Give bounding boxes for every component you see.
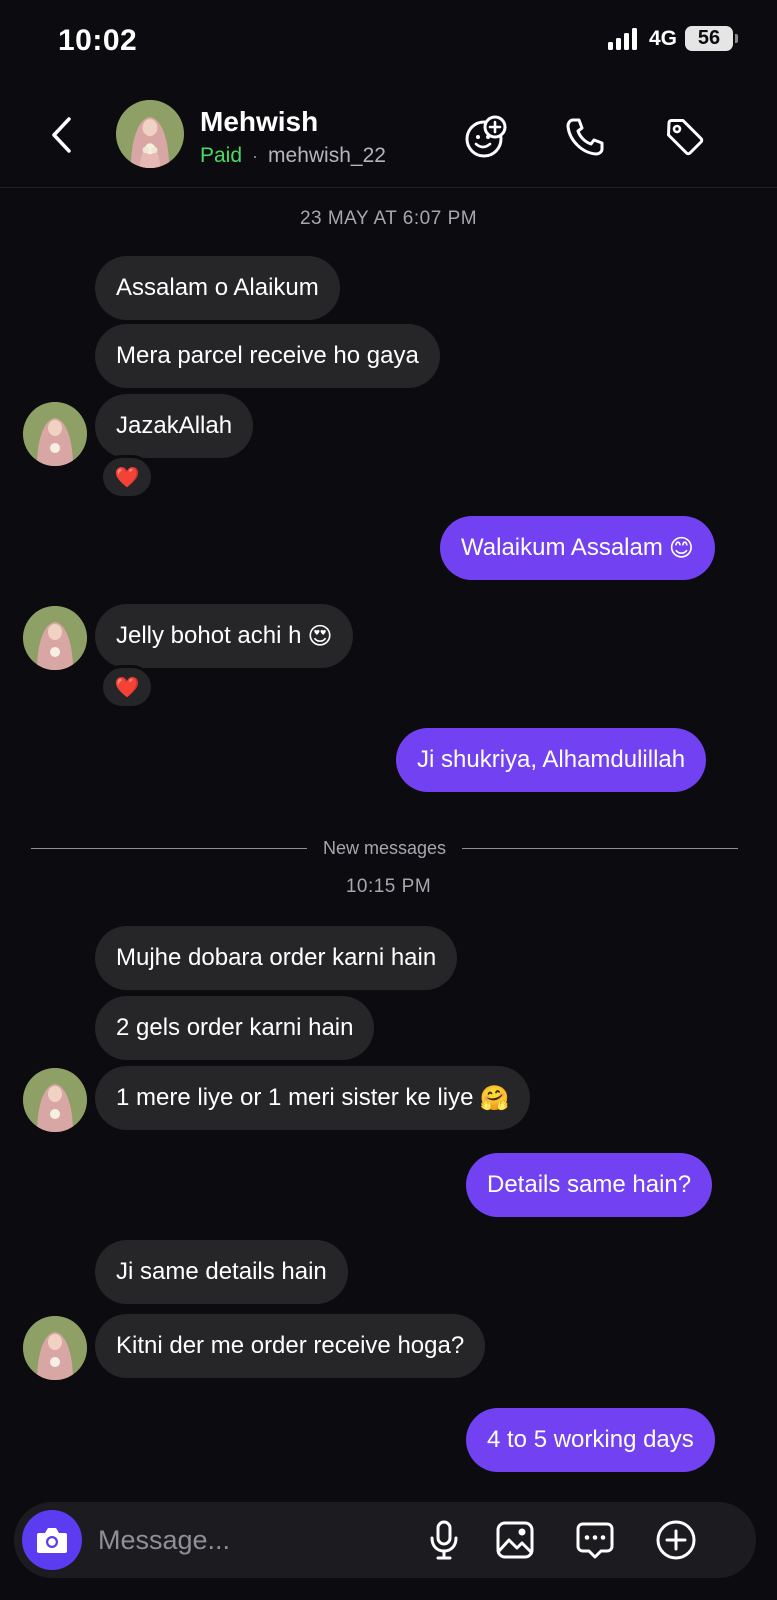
message-text: Mujhe dobara order karni hain	[116, 944, 437, 971]
incoming-message[interactable]: Jelly bohot achi h 😍	[95, 604, 354, 668]
timestamp: 10:15 PM	[345, 876, 432, 897]
incoming-message[interactable]: Mujhe dobara order karni hain	[95, 926, 458, 990]
chevron-left-icon	[52, 117, 71, 153]
contact-username: mehwish_22	[268, 144, 386, 167]
network-type: 4G	[648, 26, 677, 50]
incoming-message[interactable]: Mera parcel receive ho gaya	[95, 324, 440, 388]
add-sticker-icon	[465, 115, 507, 158]
outgoing-message[interactable]: 4 to 5 working days	[466, 1408, 715, 1472]
chat-header: Mehwish Paid · mehwish_22	[0, 96, 777, 188]
incoming-message[interactable]: Ji same details hain	[95, 1240, 348, 1304]
sender-avatar[interactable]	[23, 402, 87, 466]
message-text: Mera parcel receive ho gaya	[116, 342, 419, 369]
camera-button[interactable]	[22, 1510, 82, 1570]
sender-avatar[interactable]	[23, 1316, 87, 1380]
timestamp: 23 MAY AT 6:07 PM	[299, 208, 478, 229]
gallery-icon	[496, 1521, 534, 1559]
add-sticker-button[interactable]	[464, 114, 510, 160]
plus-circle-icon	[656, 1520, 696, 1560]
heart-eyes-emoji: 😍	[307, 622, 333, 650]
status-time: 10:02	[58, 24, 138, 57]
chat-screen: 10:02 4G 56 Mehwish Paid · mehwish_22 23…	[0, 0, 777, 1600]
divider-line	[31, 848, 307, 849]
paid-status: Paid	[200, 144, 243, 167]
call-button[interactable]	[562, 114, 608, 160]
smile-emoji: 😊	[668, 534, 694, 562]
message-text: Ji same details hain	[116, 1258, 327, 1285]
incoming-message[interactable]: JazakAllah	[95, 394, 254, 458]
message-text: Jelly bohot achi h	[116, 622, 302, 649]
battery-level: 56	[697, 27, 721, 49]
tag-icon	[667, 119, 704, 156]
battery-icon: 56	[685, 26, 738, 51]
microphone-icon	[430, 1520, 458, 1560]
message-text: JazakAllah	[116, 412, 233, 439]
new-messages-divider: New messages	[31, 838, 739, 859]
message-text: Assalam o Alaikum	[116, 274, 319, 301]
chat-options-icon	[576, 1522, 614, 1559]
message-text: Details same hain?	[487, 1171, 692, 1198]
message-text: 4 to 5 working days	[487, 1426, 694, 1453]
incoming-message[interactable]: 2 gels order karni hain	[95, 996, 375, 1060]
incoming-message[interactable]: 1 mere liye or 1 meri sister ke liye 🤗	[95, 1066, 531, 1130]
divider-line	[462, 848, 739, 849]
back-button[interactable]	[44, 114, 80, 156]
incoming-message[interactable]: Assalam o Alaikum	[95, 256, 340, 320]
contact-subtitle: Paid · mehwish_22	[200, 144, 386, 168]
camera-icon	[37, 1528, 67, 1553]
message-input[interactable]	[98, 1516, 398, 1564]
sender-avatar[interactable]	[23, 606, 87, 670]
incoming-message[interactable]: Kitni der me order receive hoga?	[95, 1314, 486, 1378]
chat-options-button[interactable]	[573, 1518, 617, 1562]
outgoing-message[interactable]: Walaikum Assalam 😊	[440, 516, 715, 580]
heart-reaction[interactable]: ❤️	[100, 665, 154, 709]
message-text: Kitni der me order receive hoga?	[116, 1332, 465, 1359]
message-text: 1 mere liye or 1 meri sister ke liye	[116, 1084, 474, 1111]
separator-dot: ·	[252, 145, 259, 166]
voice-message-button[interactable]	[422, 1518, 466, 1562]
phone-icon	[566, 118, 604, 156]
signal-icon	[607, 27, 637, 50]
sender-avatar[interactable]	[23, 1068, 87, 1132]
message-text: Walaikum Assalam	[461, 534, 663, 561]
message-text: 2 gels order karni hain	[116, 1014, 354, 1041]
new-messages-label: New messages	[322, 838, 447, 858]
message-composer	[14, 1502, 756, 1578]
outgoing-message[interactable]: Ji shukriya, Alhamdulillah	[396, 728, 707, 792]
heart-reaction[interactable]: ❤️	[100, 455, 154, 499]
contact-name[interactable]: Mehwish	[200, 106, 318, 138]
contact-avatar[interactable]	[116, 100, 184, 168]
outgoing-message[interactable]: Details same hain?	[466, 1153, 713, 1217]
status-indicators: 4G 56	[607, 26, 738, 51]
label-button[interactable]	[662, 114, 708, 160]
more-options-button[interactable]	[654, 1518, 698, 1562]
hugging-emoji: 🤗	[479, 1084, 510, 1112]
message-text: Ji shukriya, Alhamdulillah	[417, 746, 686, 773]
gallery-button[interactable]	[493, 1518, 537, 1562]
